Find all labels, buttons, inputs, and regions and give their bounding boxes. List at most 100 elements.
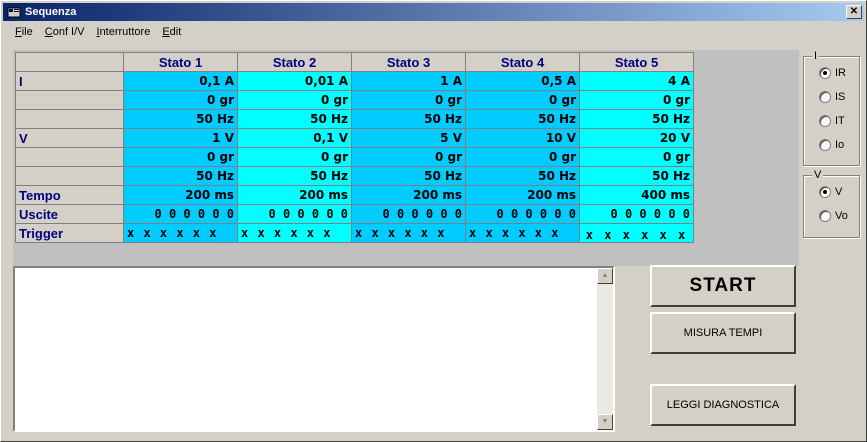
grid-cell[interactable]: 0 0 0 0 0 0: [465, 204, 580, 224]
grid-cell[interactable]: 50 Hz: [123, 166, 238, 186]
menu-mnemonic: E: [162, 25, 170, 38]
grid-cell[interactable]: 400 ms: [579, 185, 694, 205]
grid-row: 0 gr 0 gr 0 gr 0 gr 0 gr: [15, 90, 694, 110]
radio-io[interactable]: Io: [819, 139, 844, 151]
column-header-stato-1[interactable]: Stato 1: [123, 52, 238, 72]
grid-cell[interactable]: 50 Hz: [465, 109, 580, 129]
grid-cell[interactable]: 1 V: [123, 128, 238, 148]
grid-cell[interactable]: 50 Hz: [579, 166, 694, 186]
radio-v[interactable]: V: [819, 186, 842, 198]
menu-label-rest: ile: [21, 25, 33, 38]
radio-dot-icon: [819, 186, 831, 198]
grid-cell[interactable]: x x x x x x: [579, 223, 694, 243]
grid-row: 50 Hz 50 Hz 50 Hz 50 Hz 50 Hz: [15, 166, 694, 186]
title-bar[interactable]: Sequenza ✕: [3, 3, 864, 21]
radio-vo[interactable]: Vo: [819, 210, 848, 222]
grid-cell[interactable]: x x x x x x: [123, 223, 238, 243]
row-label: [15, 109, 124, 129]
grid-row: I 0,1 A 0,01 A1 A 0,5 A4 A: [15, 71, 694, 91]
log-textarea[interactable]: ▲ ▼: [13, 266, 615, 432]
grid-cell[interactable]: 0 gr: [351, 90, 466, 110]
menu-file[interactable]: File: [9, 23, 39, 41]
current-selector-group: I IR IS IT Io: [803, 50, 860, 166]
radio-dot-icon: [819, 115, 831, 127]
grid-cell[interactable]: 5 V: [351, 128, 466, 148]
grid-cell[interactable]: 50 Hz: [579, 109, 694, 129]
radio-is[interactable]: IS: [819, 91, 845, 103]
grid-cell[interactable]: 200 ms: [465, 185, 580, 205]
radio-label: Io: [835, 139, 845, 151]
menu-conf-i-v[interactable]: Conf I/V: [39, 23, 91, 41]
column-header-stato-4[interactable]: Stato 4: [465, 52, 580, 72]
grid-cell[interactable]: 50 Hz: [351, 109, 466, 129]
grid-cell[interactable]: 0 0 0 0 0 0: [123, 204, 238, 224]
grid-cell[interactable]: 0 gr: [237, 147, 352, 167]
grid-cell[interactable]: 50 Hz: [351, 166, 466, 186]
grid-cell[interactable]: 0 0 0 0 0 0: [351, 204, 466, 224]
grid-cell[interactable]: 0 gr: [123, 147, 238, 167]
grid-cell[interactable]: 200 ms: [351, 185, 466, 205]
menu-bar: File Conf I/V Interruttore Edit: [3, 22, 864, 41]
arrow-up-icon: ▲: [601, 272, 609, 279]
grid-cell[interactable]: 0 gr: [465, 147, 580, 167]
sequenza-window: Sequenza ✕ File Conf I/V Interruttore Edit …: [0, 0, 867, 442]
menu-label-rest: dit: [169, 25, 182, 38]
grid-cell[interactable]: 0 gr: [237, 90, 352, 110]
grid-cell[interactable]: x x x x x x: [465, 223, 580, 243]
grid-cell[interactable]: 50 Hz: [123, 109, 238, 129]
leggi-diagnostica-button[interactable]: LEGGI DIAGNOSTICA: [650, 384, 796, 426]
column-header-stato-2[interactable]: Stato 2: [237, 52, 352, 72]
voltage-selector-group: V V Vo: [803, 169, 860, 238]
radio-label: V: [835, 186, 843, 198]
grid-row: V1 V 0,1 V5 V 10 V 20 V: [15, 128, 694, 148]
grid-row: 0 gr 0 gr 0 gr 0 gr 0 gr: [15, 147, 694, 167]
grid-cell[interactable]: 4 A: [579, 71, 694, 91]
grid-cell[interactable]: x x x x x x: [237, 223, 352, 243]
grid-cell[interactable]: 20 V: [579, 128, 694, 148]
grid-cell[interactable]: 0,01 A: [237, 71, 352, 91]
grid-cell[interactable]: 50 Hz: [465, 166, 580, 186]
radio-ir[interactable]: IR: [819, 67, 846, 79]
row-label: [15, 90, 124, 110]
column-header-stato-5[interactable]: Stato 5: [579, 52, 694, 72]
grid-cell[interactable]: 0,1 V: [237, 128, 352, 148]
grid-cell[interactable]: 0,5 A: [465, 71, 580, 91]
grid-cell[interactable]: 50 Hz: [237, 166, 352, 186]
grid-cell[interactable]: 50 Hz: [237, 109, 352, 129]
radio-label: IR: [835, 67, 846, 79]
radio-label: IS: [835, 91, 846, 103]
grid-cell[interactable]: 0 gr: [465, 90, 580, 110]
scroll-up-button[interactable]: ▲: [597, 268, 613, 284]
menu-mnemonic: C: [44, 25, 53, 38]
grid-row: 50 Hz 50 Hz 50 Hz 50 Hz 50 Hz: [15, 109, 694, 129]
grid-cell[interactable]: 0 gr: [579, 90, 694, 110]
grid-cell[interactable]: 0,1 A: [123, 71, 238, 91]
row-label: Tempo: [15, 185, 124, 205]
sequence-grid: Stato 1 Stato 2 Stato 3 Stato 4 Stato 5 I 0,1…: [15, 52, 694, 243]
grid-cell[interactable]: x x x x x x: [351, 223, 466, 243]
grid-row: Trigger x x x x x xx x x x x xx x x x x x…: [15, 223, 694, 243]
misura-tempi-button[interactable]: MISURA TEMPI: [650, 312, 796, 354]
grid-cell[interactable]: 0 gr: [123, 90, 238, 110]
log-scrollbar[interactable]: ▲ ▼: [597, 268, 613, 430]
grid-cell[interactable]: 200 ms: [237, 185, 352, 205]
radio-dot-icon: [819, 91, 831, 103]
radio-it[interactable]: IT: [819, 115, 845, 127]
close-button[interactable]: ✕: [846, 5, 862, 19]
grid-cell[interactable]: 0 0 0 0 0 0: [237, 204, 352, 224]
grid-cell[interactable]: 200 ms: [123, 185, 238, 205]
row-label: V: [15, 128, 124, 148]
grid-cell[interactable]: 10 V: [465, 128, 580, 148]
start-button[interactable]: START: [650, 265, 796, 307]
arrow-down-icon: ▼: [601, 418, 609, 425]
grid-cell[interactable]: 0 gr: [351, 147, 466, 167]
radio-dot-icon: [819, 210, 831, 222]
menu-edit[interactable]: Edit: [156, 23, 187, 41]
menu-label-rest: onf I/V: [52, 25, 85, 38]
column-header-stato-3[interactable]: Stato 3: [351, 52, 466, 72]
grid-cell[interactable]: 1 A: [351, 71, 466, 91]
grid-cell[interactable]: 0 0 0 0 0 0: [579, 204, 694, 224]
scroll-down-button[interactable]: ▼: [597, 414, 613, 430]
menu-interruttore[interactable]: Interruttore: [91, 23, 157, 41]
grid-cell[interactable]: 0 gr: [579, 147, 694, 167]
